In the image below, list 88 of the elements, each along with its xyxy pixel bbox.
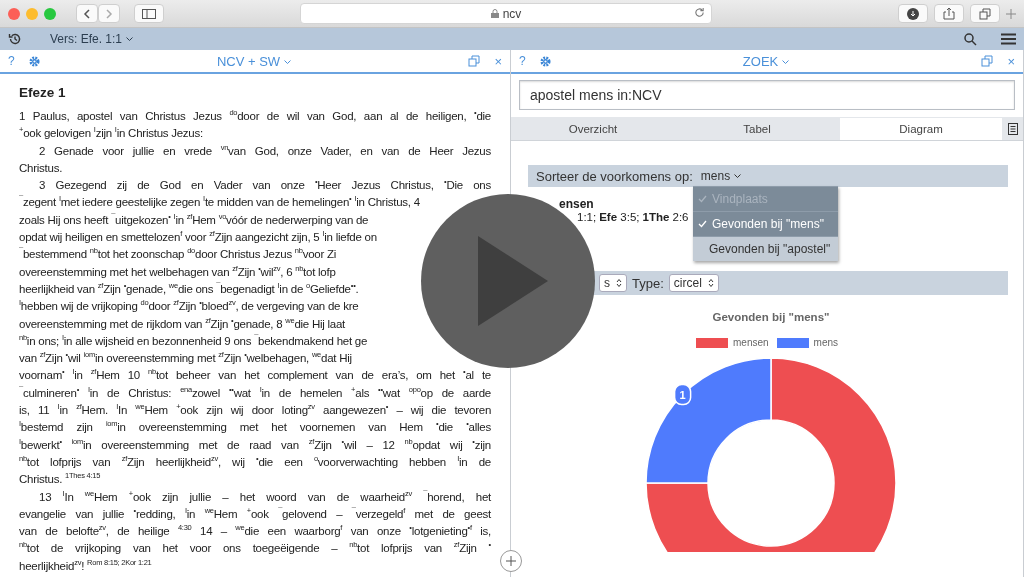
window-icon[interactable] xyxy=(981,55,994,67)
settings-icon[interactable] xyxy=(28,55,40,67)
share-button[interactable] xyxy=(934,4,964,23)
verse-line: $^{I}$bestemd zijn $^{iom}$in overeenstemming met het voornemen van Hem $^{•}$die $^{•}$alles xyxy=(19,419,491,436)
verse-line: 2 Genade voor jullie en vrede $^{vn}$van God, onze Vader, en van de Heer Jezus xyxy=(38,142,491,159)
tabs-button[interactable] xyxy=(970,4,1000,23)
close-button[interactable]: × xyxy=(494,53,502,69)
verse-line: $^{¯}$culmineren$^{•}$ $^{I}$in de Christus: $^{ena}$zowel $^{••}$wat $^{I}$in de hemelen $^{+}$als $^{••}$wat $^{opo}$op de aarde xyxy=(19,384,491,401)
sort-dropdown[interactable]: mens xyxy=(700,169,742,183)
plus-icon xyxy=(506,556,516,566)
tabs-icon xyxy=(979,7,991,20)
verse-line: $^{¯}$bestemmend $^{nb}$tot het zoonschap $^{do}$door Christus Jezus $^{nb}$voor Zi xyxy=(19,246,338,263)
legend-label[interactable]: mens xyxy=(813,337,838,348)
verse-line: zoals Hij ons heeft $^{¯}$uitgekozen$^{•}$ $^{I}$in $^{zf}$Hem $^{vo}$vóór de nederwerping van de xyxy=(19,211,370,228)
value-label: 1 xyxy=(673,383,692,406)
caret-icon xyxy=(782,59,790,65)
stepper-icon xyxy=(616,278,622,288)
chart-title: Gevonden bij "mens" xyxy=(711,311,830,323)
check-icon xyxy=(698,220,708,228)
view-tab[interactable]: Diagram xyxy=(840,118,1002,140)
verse-line: 13 $^{I}$In $^{we}$Hem $^{+}$ook zijn jullie – het woord van de waarheid$^{zv}$ $^{¯}$horend, het xyxy=(38,488,491,505)
close-light[interactable] xyxy=(8,7,20,20)
stepper-icon xyxy=(707,278,714,288)
lock-icon xyxy=(490,9,499,18)
menu-item[interactable]: Gevonden bij "apostel" xyxy=(693,236,838,261)
history-icon[interactable] xyxy=(8,32,22,46)
verse-line: is, 11 $^{I}$in $^{zf}$Hem. $^{I}$In $^{we}$Hem $^{+}$ook zijn wij door loting$^{zv}$ aangewezen$^{•}$ – wij die tevoren xyxy=(19,402,491,419)
verse-line: $^{+}$ook gelovigen $^{I}$zijn $^{I}$in Christus Jezus: xyxy=(19,125,204,142)
verse-line: evangelie van jullie $^{•}$redding, $^{I}$in $^{we}$Hem $^{+}$ook $^{¯}$gelovend – $^{¯}$verzegeld$^{f}$ met de geest xyxy=(19,505,491,522)
verse-line: voornam$^{•}$ $^{I}$in $^{zf}$Hem 10 $^{nb}$tot beheer van het complement van de era’s, om het $^{•}$al te xyxy=(19,367,491,384)
type-select[interactable]: circel xyxy=(668,274,719,292)
sort-label: Sorteer de voorkomens op: xyxy=(536,168,693,184)
settings-icon[interactable] xyxy=(539,55,551,67)
verse-line: $^{nb}$in ons; $^{I}$in alle wijsheid en bezonnenheid 9 ons $^{¯}$bekendmakend het ge xyxy=(19,332,369,349)
back-button[interactable] xyxy=(76,4,98,23)
search-icon[interactable] xyxy=(964,32,977,46)
verse-line: $^{I}$bewerkt$^{•}$ $^{iom}$in overeenstemming met de raad van $^{zf}$Zijn $^{•}$wil – 12 $^{nb}$opdat wij $^{•}$zijn xyxy=(19,436,491,453)
verse-line: $^{nb}$tot lofprijs van $^{zf}$Zijn heerlijkheid$^{zv}$, wij $^{•}$die een $^{o}$voorverwachting hebben $^{I}$in de xyxy=(19,453,491,470)
type-label: Type: xyxy=(632,275,664,291)
verse-line: van $^{zf}$Zijn $^{•}$wil $^{iom}$in overeenstemming met $^{zf}$Zijn $^{•}$welbehagen, $^{we}$dat Hij xyxy=(19,350,353,367)
chapter-heading: Efeze 1 xyxy=(19,85,67,100)
verse-line: 3 Gezegend zij de God en Vader van onze $^{•}$Heer Jezus Christus, $^{•}$Die ons xyxy=(38,177,491,194)
verse-reference[interactable]: 1The 2:6 xyxy=(642,211,689,223)
window-icon[interactable] xyxy=(468,55,481,67)
help-button[interactable]: ? xyxy=(8,54,15,68)
chevron-left-icon xyxy=(83,8,91,19)
caret-icon xyxy=(734,174,742,180)
new-tab-icon[interactable] xyxy=(1006,8,1016,19)
add-pane-button[interactable] xyxy=(500,550,522,572)
document-icon[interactable] xyxy=(1008,123,1018,135)
search-field[interactable]: apostel mens in:NCV xyxy=(519,80,1015,110)
verse-line: 1 Paulus, apostel van Christus Jezus $^{do}$door de wil van God, aan al de heiligen, $^{•}$die xyxy=(19,108,491,124)
verse-line: heerlijkheid van $^{zf}$Zijn $^{•}$genade, $^{we}$die ons $^{¯}$begenadigt $^{I}$in de $^{o}$Geliefde$^{••}$. xyxy=(19,280,360,297)
verse-line: van de belofte$^{zv}$, de heilige $^{4:30}$ 14 – $^{we}$die een waarborg$^{f}$ van onze $^{•}$lotgenieting$^{•f}$ is, xyxy=(19,523,491,540)
verse-line: opdat wij heiligen en smettelozen$^{f}$ voor $^{zf}$Zijn aangezicht zijn, 5 $^{I}$in liefde on xyxy=(19,229,378,246)
legend-swatch[interactable] xyxy=(696,337,728,348)
result-word: ensen xyxy=(559,197,594,211)
verse-line: overeenstemming met de rijkdom van $^{zf}$Zijn $^{•}$genade, 8 $^{we}$die Hij laat xyxy=(19,315,347,332)
close-button[interactable]: × xyxy=(1007,53,1015,69)
download-icon xyxy=(907,7,919,20)
chevron-right-icon xyxy=(105,8,113,19)
verse-reference[interactable]: Efe 3:5; xyxy=(599,211,640,223)
verse-line: heerlijkheid$^{zv}$! $^{Rom 8:15; 2Kor 1:21}$ xyxy=(19,557,153,574)
download-button[interactable] xyxy=(898,4,928,23)
sidebar-icon xyxy=(142,8,156,19)
verse-line: $^{¯}$zegent $^{I}$met iedere geestelijke zegen $^{I}$te midden van de hemelingen$^{•}$ $^{I}$in Christus, 4 xyxy=(19,194,421,211)
verse-reference[interactable]: 1:1; xyxy=(577,211,597,223)
address-bar[interactable]: ncv xyxy=(300,3,712,24)
legend-swatch[interactable] xyxy=(776,337,809,348)
sort-select[interactable]: s xyxy=(599,274,627,292)
donut-slice[interactable] xyxy=(645,357,897,552)
menu-icon[interactable] xyxy=(1001,33,1016,45)
caret-icon xyxy=(126,37,134,43)
verse-line: Christus. $^{1Thes 4:15}$ xyxy=(19,471,102,488)
verse-line: Christus. xyxy=(19,160,64,176)
caret-icon xyxy=(284,59,292,65)
check-icon xyxy=(698,195,708,203)
legend-label[interactable]: mensen xyxy=(733,337,769,348)
verse-selector[interactable]: Vers: Efe. 1:1 xyxy=(50,32,134,46)
address-text: ncv xyxy=(502,6,522,21)
sidebar-button[interactable] xyxy=(134,4,164,23)
donut-slice[interactable] xyxy=(645,357,772,484)
reload-icon[interactable] xyxy=(694,7,705,18)
help-button[interactable]: ? xyxy=(519,54,526,68)
verse-line: $^{I}$hebben wij de vrijkoping $^{do}$door $^{zf}$Zijn $^{•}$bloed$^{zv}$, de vergeving van de kre xyxy=(19,298,360,315)
verse-line: overeenstemming met het welbehagen van $^{zf}$Zijn $^{•}$wil$^{zv}$, 6 $^{nb}$tot lofp xyxy=(19,263,337,280)
data-label: 1 xyxy=(679,388,686,401)
share-icon xyxy=(943,7,955,20)
